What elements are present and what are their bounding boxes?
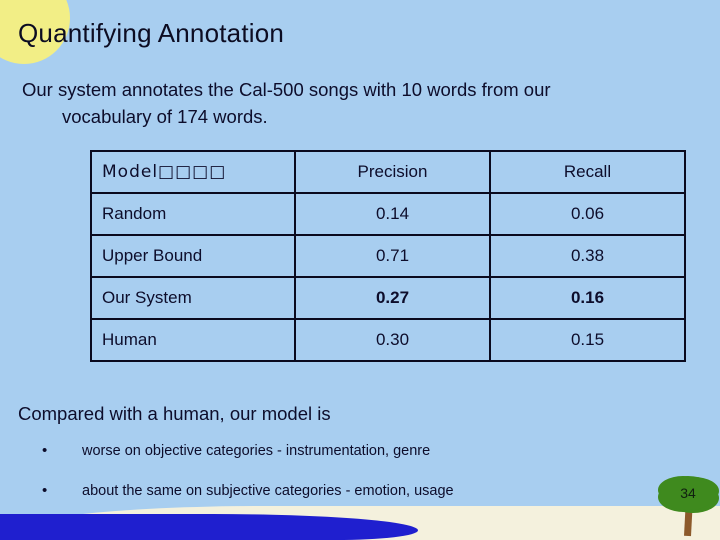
table-row: Our System 0.27 0.16: [90, 276, 686, 320]
lead-line-2: vocabulary of 174 words.: [62, 106, 268, 127]
lead-line-1: Our system annotates the Cal-500 songs w…: [22, 79, 551, 100]
comparison-heading: Compared with a human, our model is: [18, 403, 331, 424]
slide-canvas: Quantifying Annotation Our system annota…: [0, 0, 720, 540]
water-decoration: [0, 514, 418, 540]
page-title: Quantifying Annotation: [18, 18, 285, 48]
header-cell-model: Model□□□□: [90, 150, 296, 194]
cell-recall: 0.06: [489, 192, 686, 236]
cell-precision: 0.71: [294, 234, 491, 278]
table-row: Random 0.14 0.06: [90, 192, 686, 236]
cell-model: Human: [90, 318, 296, 362]
tree-icon: 34: [655, 474, 719, 537]
cell-precision: 0.14: [294, 192, 491, 236]
lead-paragraph: Our system annotates the Cal-500 songs w…: [22, 76, 712, 130]
header-cell-precision: Precision: [294, 150, 491, 194]
table-row: Upper Bound 0.71 0.38: [90, 234, 686, 278]
list-item-label: about the same on subjective categories …: [82, 483, 454, 499]
results-table-body: Model□□□□ Precision Recall Random 0.14 0…: [90, 150, 686, 362]
header-cell-recall: Recall: [489, 150, 686, 194]
cell-model: Upper Bound: [90, 234, 296, 278]
slide-number: 34: [680, 485, 696, 501]
results-table: Model□□□□ Precision Recall Random 0.14 0…: [90, 150, 686, 362]
cell-model: Random: [90, 192, 296, 236]
cell-recall: 0.16: [489, 276, 686, 320]
table-header-row: Model□□□□ Precision Recall: [90, 150, 686, 194]
cell-recall: 0.15: [489, 318, 686, 362]
list-item-label: worse on objective categories - instrume…: [82, 443, 431, 459]
bullet-point-icon: •: [42, 482, 48, 499]
cell-model: Our System: [90, 276, 296, 320]
cell-recall: 0.38: [489, 234, 686, 278]
bullet-point-icon: •: [42, 442, 48, 459]
cell-precision: 0.30: [294, 318, 491, 362]
table-row: Human 0.30 0.15: [90, 318, 686, 362]
cell-precision: 0.27: [294, 276, 491, 320]
list-item: • worse on objective categories - instru…: [42, 443, 702, 483]
